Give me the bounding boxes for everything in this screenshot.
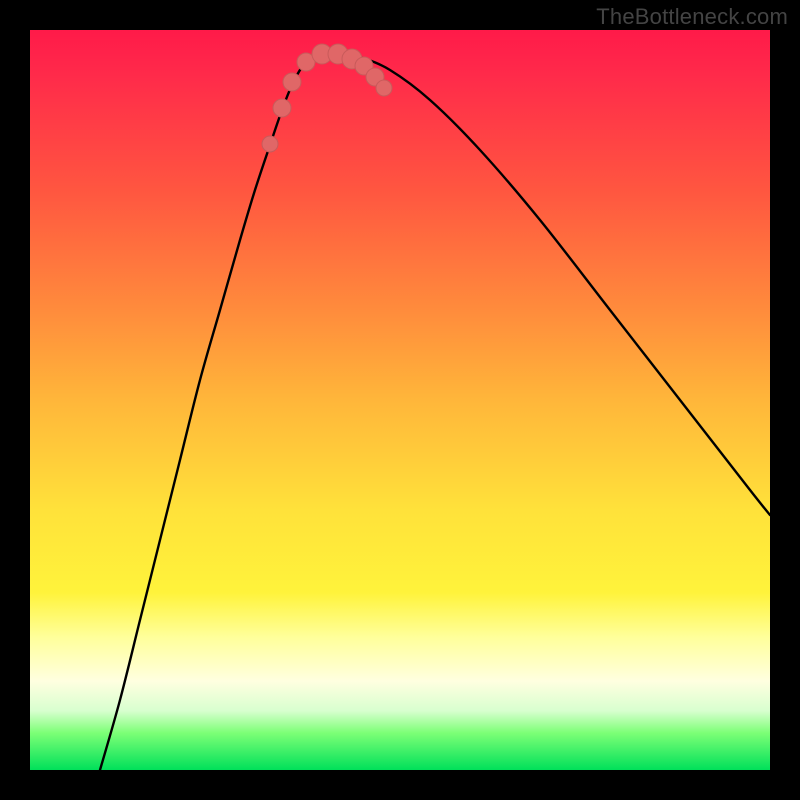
marker-point: [283, 73, 301, 91]
marker-point: [376, 80, 392, 96]
chart-frame: TheBottleneck.com: [0, 0, 800, 800]
chart-svg: [30, 30, 770, 770]
marker-point: [262, 136, 278, 152]
marker-point: [273, 99, 291, 117]
watermark-text: TheBottleneck.com: [596, 4, 788, 30]
plot-area: [30, 30, 770, 770]
bottleneck-curve-path: [100, 53, 770, 771]
